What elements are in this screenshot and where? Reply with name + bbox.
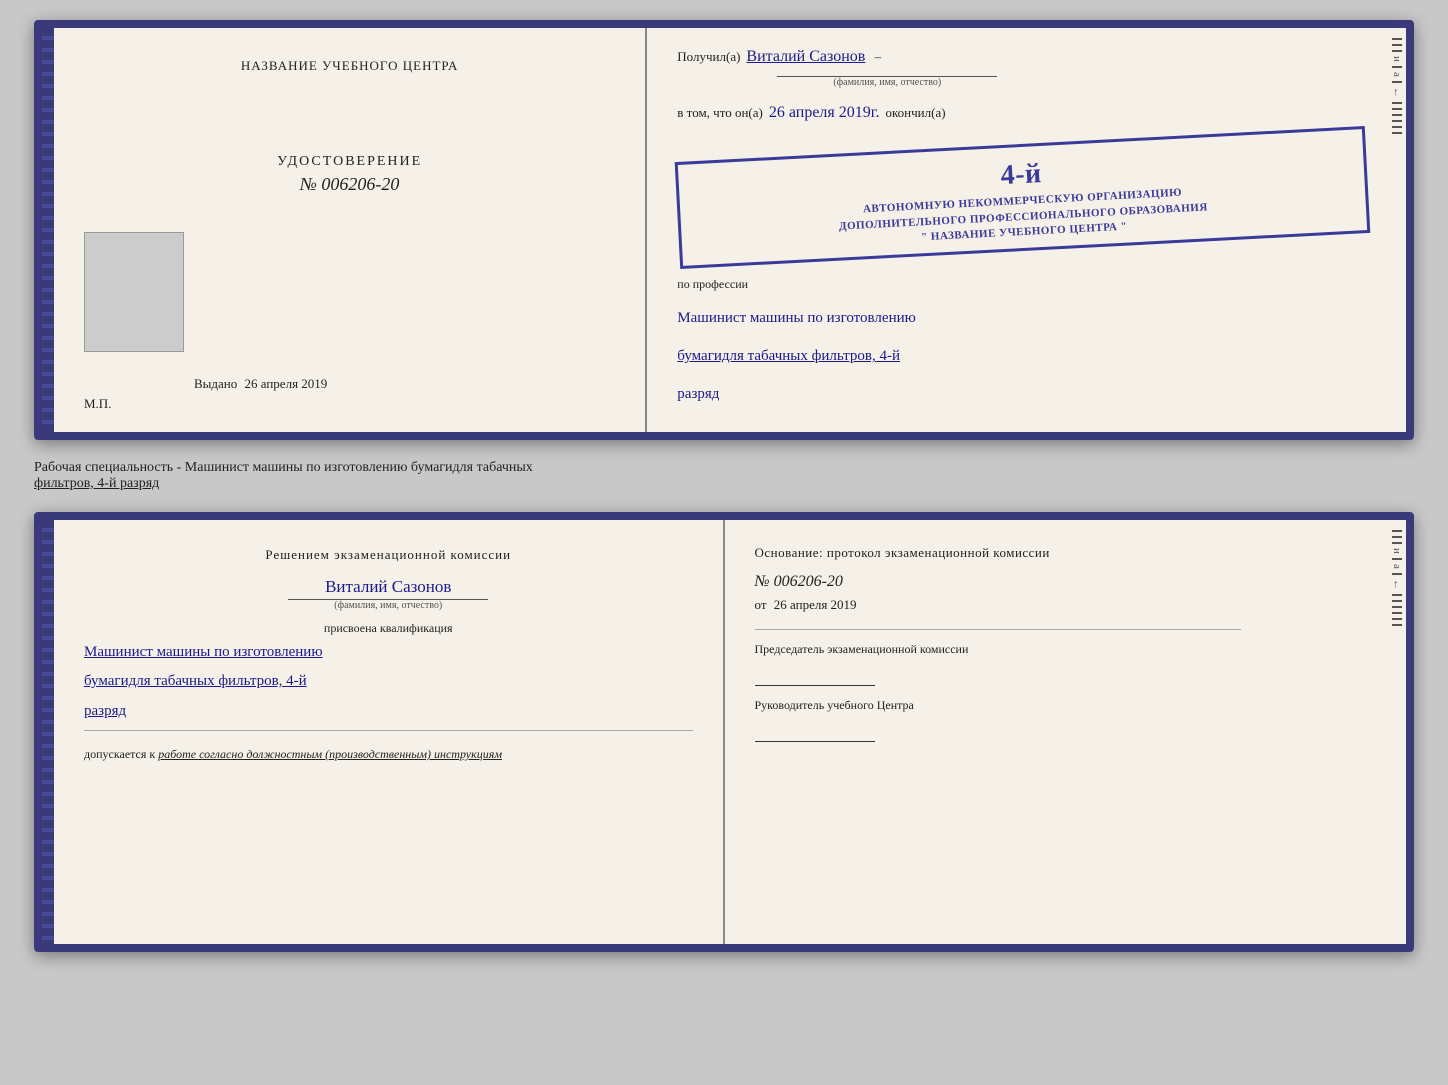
poluchil-sub: (фамилия, имя, отчество): [777, 76, 997, 88]
chairman-signature-line: [755, 666, 875, 686]
document-book-1: НАЗВАНИЕ УЧЕБНОГО ЦЕНТРА УДОСТОВЕРЕНИЕ №…: [34, 20, 1414, 440]
vtom-line: в том, что он(а) 26 апреля 2019г. окончи…: [677, 104, 1368, 122]
doc2-right-page: Основание: протокол экзаменационной коми…: [725, 520, 1389, 944]
udostoverenie-number: № 006206-20: [277, 174, 422, 195]
okonchil: окончил(а): [886, 105, 946, 121]
deco2-d3: [1392, 542, 1402, 544]
left-spine-2: [42, 520, 54, 944]
deco-letter-a: а: [1391, 72, 1403, 77]
left-spine-decoration: [42, 28, 54, 432]
vydano-date: 26 апреля 2019: [245, 376, 328, 391]
profession-line1: Машинист машины по изготовлению: [677, 306, 1368, 330]
deco-d4: [1392, 66, 1402, 68]
director-block: Руководитель учебного Центра: [755, 696, 1364, 742]
vydano-line: Выдано 26 апреля 2019: [194, 376, 327, 392]
mp-label: М.П.: [84, 396, 111, 412]
photo-placeholder: [84, 232, 184, 352]
deco-d8: [1392, 114, 1402, 116]
deco-d3: [1392, 50, 1402, 52]
deco2-d4: [1392, 558, 1402, 560]
vtom-date: 26 апреля 2019г.: [769, 104, 880, 122]
udostoverenie-block: УДОСТОВЕРЕНИЕ № 006206-20: [277, 154, 422, 195]
profession-line2: бумагидля табачных фильтров, 4-й: [677, 344, 1368, 368]
kval-line1: Машинист машины по изготовлению: [84, 640, 693, 666]
dash1: –: [871, 49, 881, 65]
dopuskaetsya-italic: работе согласно должностным (производств…: [158, 747, 502, 761]
director-label: Руководитель учебного Центра: [755, 696, 1364, 714]
director-signature-line: [755, 722, 875, 742]
komissia-name-sub: (фамилия, имя, отчество): [288, 599, 488, 611]
deco2-d10: [1392, 618, 1402, 620]
description-block: Рабочая специальность - Машинист машины …: [34, 456, 1414, 496]
deco-d2: [1392, 44, 1402, 46]
dopuskaetsya-prefix: допускается к: [84, 747, 155, 761]
dopuskaetsya-block: допускается к работе согласно должностны…: [84, 747, 693, 762]
deco2-d1: [1392, 530, 1402, 532]
chairman-block: Председатель экзаменационной комиссии: [755, 640, 1364, 686]
deco-d10: [1392, 126, 1402, 128]
doc2-left-page: Решением экзаменационной комиссии Витали…: [54, 520, 725, 944]
description-line1: Рабочая специальность - Машинист машины …: [34, 460, 533, 475]
profession-line3: разряд: [677, 382, 1368, 406]
poluchil-prefix: Получил(a): [677, 49, 740, 65]
deco-d9: [1392, 120, 1402, 122]
ot-prefix: от: [755, 597, 767, 612]
deco-d7: [1392, 108, 1402, 110]
deco-letter-i: и: [1391, 56, 1403, 62]
deco-d6: [1392, 102, 1402, 104]
chairman-label: Председатель экзаменационной комиссии: [755, 640, 1364, 658]
deco-d1: [1392, 38, 1402, 40]
vydano-prefix: Выдано: [194, 376, 237, 391]
kval-line3: разряд: [84, 699, 693, 725]
deco2-d2: [1392, 536, 1402, 538]
ot-line: от 26 апреля 2019: [755, 597, 1364, 613]
udostoverenie-label: УДОСТОВЕРЕНИЕ: [277, 154, 422, 170]
kval-line2: бумагидля табачных фильтров, 4-й: [84, 669, 693, 695]
deco2-letter-k: ←: [1391, 579, 1403, 590]
deco2-letter-i: и: [1391, 548, 1403, 554]
deco2-letter-a: а: [1391, 564, 1403, 569]
protocol-number: № 006206-20: [755, 573, 1364, 591]
deco2-d8: [1392, 606, 1402, 608]
description-line2: фильтров, 4-й разряд: [34, 476, 159, 491]
deco-d11: [1392, 132, 1402, 134]
document-book-2: Решением экзаменационной комиссии Витали…: [34, 512, 1414, 952]
doc1-left-page: НАЗВАНИЕ УЧЕБНОГО ЦЕНТРА УДОСТОВЕРЕНИЕ №…: [54, 28, 647, 432]
poluchil-line: Получил(a) Виталий Сазонов –: [677, 48, 1368, 66]
deco2-d6: [1392, 594, 1402, 596]
deco2-d7: [1392, 600, 1402, 602]
prisvoena-label: присвоена квалификация: [84, 621, 693, 636]
right-deco-2: и а ←: [1388, 520, 1406, 944]
doc1-right-page: Получил(a) Виталий Сазонов – (фамилия, и…: [647, 28, 1388, 432]
komissia-name: Виталий Сазонов: [84, 577, 693, 597]
osnovanie-title: Основание: протокол экзаменационной коми…: [755, 545, 1364, 561]
stamp-block: 4-й АВТОНОМНУЮ НЕКОММЕРЧЕСКУЮ ОРГАНИЗАЦИ…: [675, 126, 1370, 269]
po-professii-label: по профессии: [677, 277, 1368, 292]
right-deco: и а ←: [1388, 28, 1406, 432]
deco2-d9: [1392, 612, 1402, 614]
vtom-prefix: в том, что он(а): [677, 105, 763, 121]
deco2-d5: [1392, 573, 1402, 575]
komissia-title: Решением экзаменационной комиссии: [84, 545, 693, 565]
ot-date: 26 апреля 2019: [774, 597, 857, 612]
poluchil-name: Виталий Сазонов: [746, 48, 865, 66]
deco2-d11: [1392, 624, 1402, 626]
training-center-title: НАЗВАНИЕ УЧЕБНОГО ЦЕНТРА: [241, 58, 458, 74]
deco-letter-k: ←: [1391, 87, 1403, 98]
deco-d5: [1392, 81, 1402, 83]
